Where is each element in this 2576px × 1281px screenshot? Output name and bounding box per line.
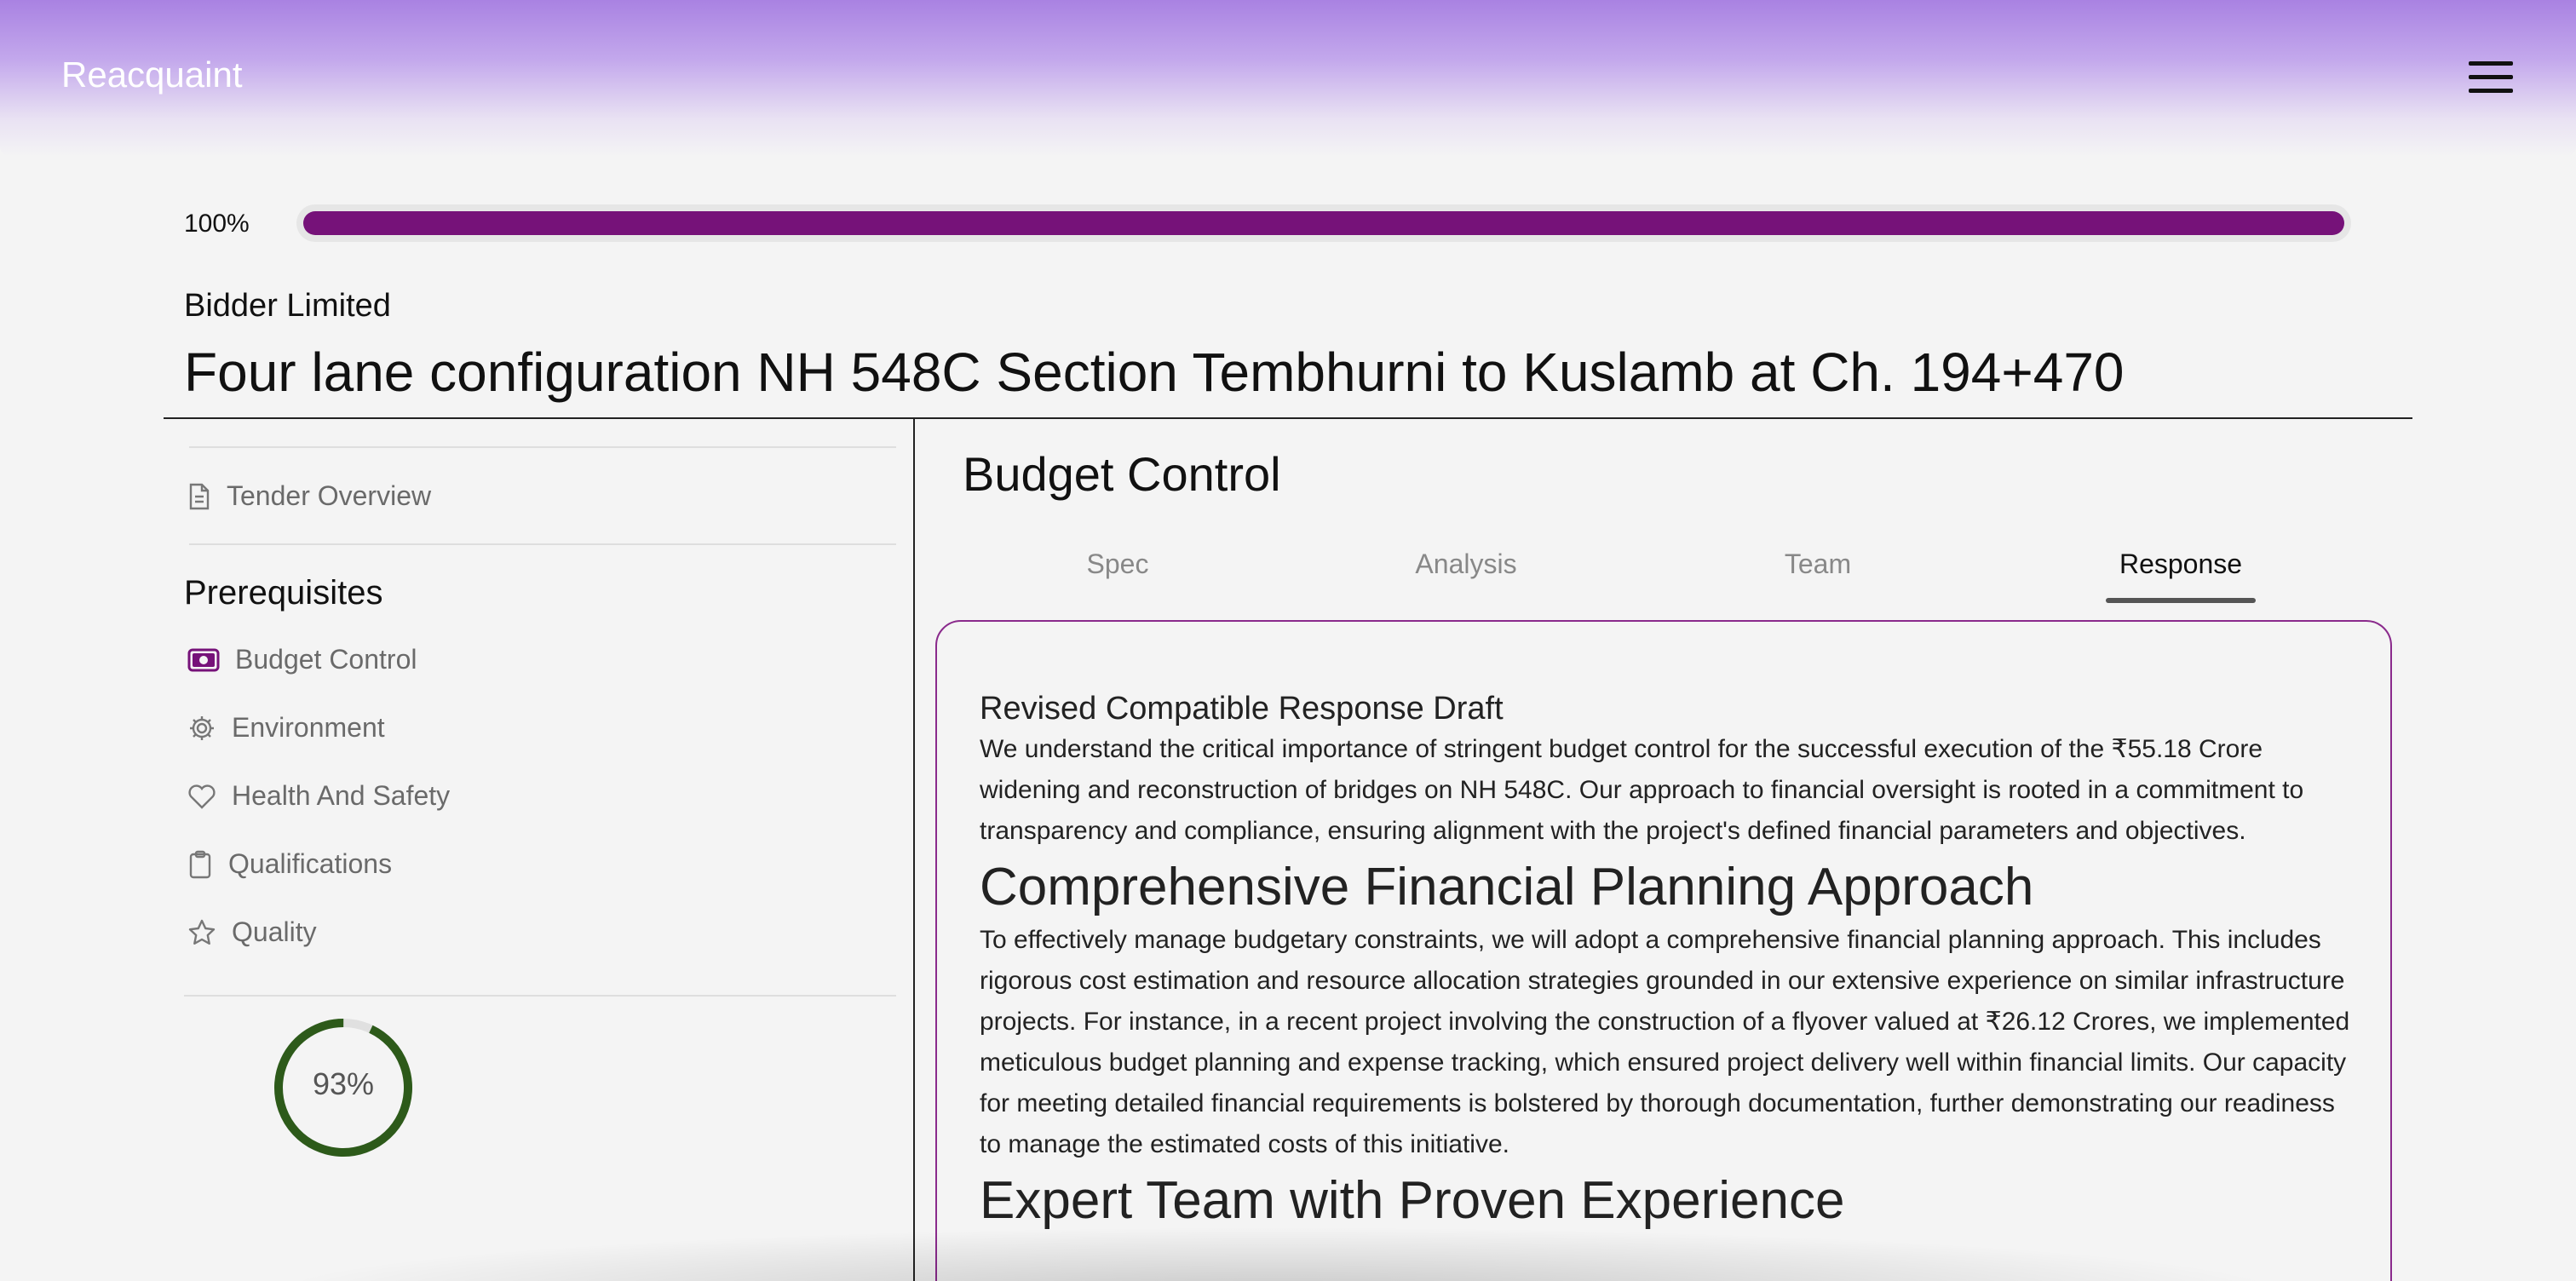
page-title: Four lane configuration NH 548C Section … (184, 342, 2125, 403)
sidebar-item-label: Health And Safety (232, 780, 451, 811)
active-tab-indicator (2106, 598, 2256, 603)
clipboard-icon (189, 850, 211, 878)
sidebar-divider (184, 995, 896, 997)
company-name: Bidder Limited (184, 288, 391, 324)
sidebar-divider (189, 446, 896, 448)
money-icon (187, 648, 220, 671)
column-divider (913, 419, 915, 1281)
response-heading: Expert Team with Proven Experience (980, 1170, 1845, 1230)
gear-icon (190, 715, 214, 740)
section-title: Budget Control (963, 447, 1281, 501)
tab-spec[interactable]: Spec (1067, 549, 1169, 580)
response-intro: We understand the critical importance of… (980, 734, 2304, 845)
star-icon (188, 919, 216, 945)
response-subtitle: Revised Compatible Response Draft (980, 691, 1504, 727)
sidebar-item-budget-control[interactable]: Budget Control (187, 644, 417, 675)
heart-icon (188, 784, 216, 809)
response-card: Revised Compatible Response Draft We und… (935, 620, 2392, 1281)
sidebar-item-label: Quality (232, 916, 317, 947)
progress-bar (296, 204, 2351, 242)
sidebar-item-qualifications[interactable]: Qualifications (187, 848, 392, 880)
brand-logo[interactable]: Reacquaint (61, 55, 242, 95)
sidebar-section-heading: Prerequisites (184, 574, 383, 612)
sidebar-divider (189, 543, 896, 545)
top-bar: Reacquaint (0, 0, 2576, 157)
tab-team[interactable]: Team (1767, 549, 1869, 580)
sidebar-item-label: Qualifications (228, 848, 393, 879)
progress-label: 100% (184, 210, 250, 238)
sidebar-item-health-and-safety[interactable]: Health And Safety (187, 780, 450, 812)
document-icon (189, 483, 210, 509)
tab-response[interactable]: Response (2106, 549, 2256, 580)
menu-icon[interactable] (2469, 61, 2513, 101)
tab-analysis[interactable]: Analysis (1394, 549, 1538, 580)
sidebar-item-quality[interactable]: Quality (187, 916, 317, 948)
response-body: Revised Compatible Response Draft We und… (980, 690, 2360, 1233)
sidebar-item-label: Tender Overview (227, 480, 432, 511)
sidebar-item-tender-overview[interactable]: Tender Overview (187, 480, 431, 512)
response-heading: Comprehensive Financial Planning Approac… (980, 857, 2034, 916)
sidebar-item-label: Environment (232, 712, 385, 743)
title-divider (164, 417, 2412, 419)
response-paragraph: To effectively manage budgetary constrai… (980, 925, 2350, 1158)
sidebar-item-environment[interactable]: Environment (187, 712, 385, 744)
progress-fill (303, 211, 2344, 235)
score-label: 93% (312, 1066, 375, 1101)
sidebar-item-label: Budget Control (235, 644, 417, 675)
